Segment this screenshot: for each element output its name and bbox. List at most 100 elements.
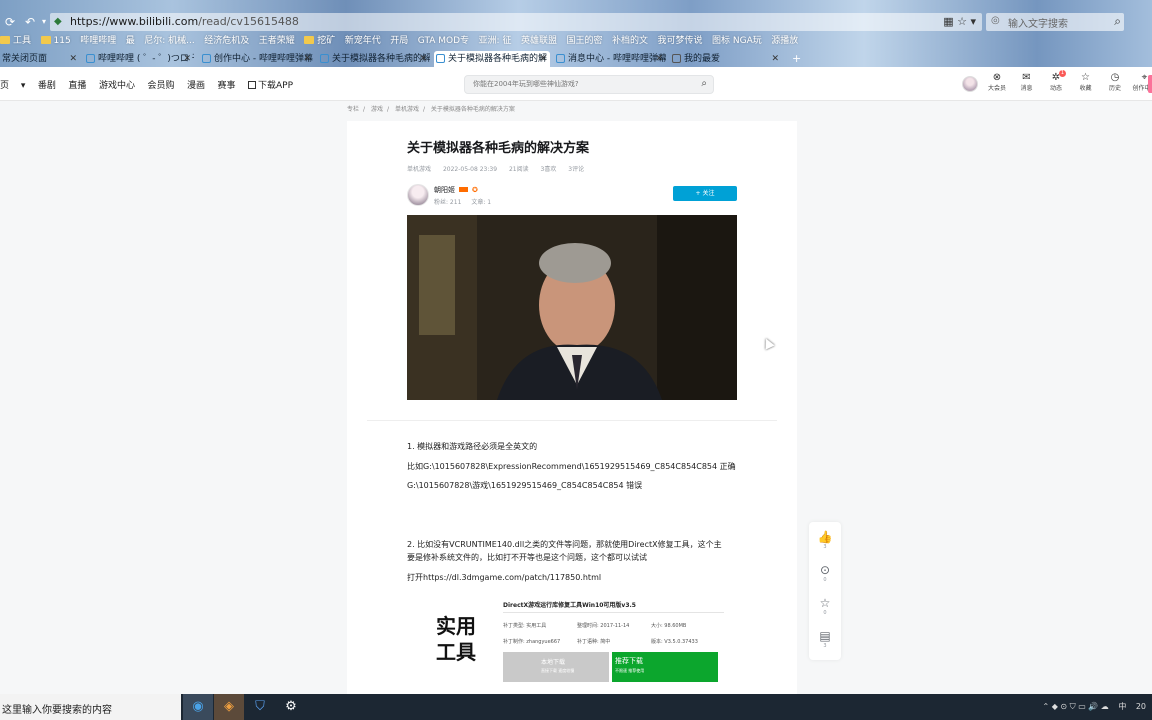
bookmark-item[interactable]: 源播放 xyxy=(771,33,798,49)
bookmark-label: 尼尔: 机械... xyxy=(144,36,195,46)
input-method[interactable]: 中 xyxy=(1118,694,1126,720)
author-name[interactable]: 朝阳姬 xyxy=(434,186,455,194)
comment-button[interactable]: ▤ 3 xyxy=(809,629,841,650)
bookmark-item[interactable]: 补档的文 xyxy=(612,33,648,49)
taskbar-search[interactable]: 这里输入你要搜索的内容 xyxy=(0,694,181,720)
breadcrumb-separator: / xyxy=(422,106,425,113)
header-favorite[interactable]: ☆ 收藏 xyxy=(1073,71,1099,93)
header-icon-label: 消息 xyxy=(1020,85,1033,92)
nav-anime[interactable]: 番剧 xyxy=(38,81,56,91)
coin-count: 0 xyxy=(823,577,827,583)
breadcrumb-item[interactable]: 游戏 xyxy=(371,106,383,113)
folder-icon xyxy=(304,36,315,44)
bookmark-item[interactable]: 经济危机及 xyxy=(204,33,249,49)
bookmark-item[interactable]: 新宠年代 xyxy=(345,33,381,49)
bookmark-label: 115 xyxy=(53,36,71,46)
tab-label: 消息中心 - 哔哩哔哩弹幕 xyxy=(568,54,666,64)
bookmark-item[interactable]: 国王的密 xyxy=(566,33,602,49)
portrait-image xyxy=(407,215,737,400)
nav-events[interactable]: 赛事 xyxy=(217,81,235,91)
tab-creator-center[interactable]: 创作中心 - 哔哩哔哩弹幕 ✕ xyxy=(200,51,314,67)
nav-mall[interactable]: 会员购 xyxy=(147,81,174,91)
browser-search[interactable]: ◎ 输入文字搜索 ⌕ xyxy=(986,13,1124,31)
header-history[interactable]: ◷ 历史 xyxy=(1102,71,1128,93)
follow-button[interactable]: + 关注 xyxy=(673,186,737,201)
star-icon[interactable]: ☆ xyxy=(957,15,967,28)
like-count: 3 xyxy=(823,544,827,550)
bilibili-icon xyxy=(320,54,329,63)
refresh-icon[interactable]: ⟳ xyxy=(2,14,18,30)
coin-button[interactable]: ⊙ 0 xyxy=(809,563,841,584)
nav-game-center[interactable]: 游戏中心 xyxy=(99,81,135,91)
new-tab-icon[interactable]: + xyxy=(792,51,801,67)
taskbar-app-game[interactable]: ◈ xyxy=(214,694,244,720)
article-date: 2022-05-08 23:39 xyxy=(442,166,498,173)
close-icon[interactable]: ✕ xyxy=(419,51,427,67)
paragraph-link[interactable]: 打开https://dl.3dmgame.com/patch/117850.ht… xyxy=(407,571,601,584)
bookmark-item[interactable]: 图标 NGA玩 xyxy=(712,33,762,49)
close-icon[interactable]: ✕ xyxy=(183,51,191,67)
tab-article-active[interactable]: 关于模拟器各种毛病的解 ✕ xyxy=(434,51,550,67)
close-icon[interactable]: ✕ xyxy=(303,51,311,67)
dropdown-icon[interactable]: ▾ xyxy=(970,15,976,28)
site-header: 页 ▾ 番剧 直播 游戏中心 会员购 漫画 赛事 下载APP 你能在2004年玩… xyxy=(0,67,1152,101)
like-button[interactable]: 👍 3 xyxy=(809,530,841,551)
close-icon[interactable]: ✕ xyxy=(771,51,779,67)
bookmark-item[interactable]: 115 xyxy=(40,33,71,49)
tab-favorites[interactable]: 我的最爱 ✕ xyxy=(670,51,782,67)
card-info: 版本: V3.5.0.37433 xyxy=(651,639,698,645)
clock[interactable]: 20 xyxy=(1136,694,1146,720)
url-text[interactable]: https://www.bilibili.com/read/cv15615488 xyxy=(70,14,299,30)
nav-live[interactable]: 直播 xyxy=(68,81,86,91)
header-vip[interactable]: ⊗ 大会员 xyxy=(984,71,1010,93)
bookmark-item[interactable]: 尼尔: 机械... xyxy=(144,33,194,49)
taskbar-app-security[interactable]: ⛉ xyxy=(245,694,275,720)
bookmark-item[interactable]: 哔哩哔哩 xyxy=(80,33,116,49)
header-message[interactable]: ✉ 消息 xyxy=(1014,71,1040,93)
tray-icons[interactable]: ⌃ ◆ ⊙ ⛉ ▭ 🔊 ☁ xyxy=(1042,694,1108,720)
bookmark-label: 补档的文 xyxy=(611,36,648,46)
vip-icon: ⊗ xyxy=(992,72,1002,83)
bookmark-item[interactable]: 开局 xyxy=(390,33,408,49)
tab-label: 关于模拟器各种毛病的解 xyxy=(332,54,430,64)
bookmark-item[interactable]: 最 xyxy=(126,33,135,49)
grid-icon[interactable]: ▦ xyxy=(943,15,953,28)
header-dynamic[interactable]: ✲ 1 动态 xyxy=(1043,70,1069,93)
breadcrumb-item[interactable]: 专栏 xyxy=(347,106,359,113)
bookmark-item[interactable]: GTA MOD专 xyxy=(418,33,469,49)
tool-icon: ⚙ xyxy=(285,699,297,714)
nav-manga[interactable]: 漫画 xyxy=(187,81,205,91)
article-category[interactable]: 单机游戏 xyxy=(407,166,431,173)
tab-message-center[interactable]: 消息中心 - 哔哩哔哩弹幕 ✕ xyxy=(554,51,666,67)
bookmark-item[interactable]: 工具 xyxy=(0,33,31,49)
url-bar[interactable]: ◆ https://www.bilibili.com/read/cv156154… xyxy=(50,13,982,31)
taskbar-app-browser[interactable]: ◉ xyxy=(183,694,213,720)
card-info-row: 补丁制作: zhangyue667 补丁语种: 简中 版本: V3.5.0.3743… xyxy=(503,638,725,645)
search-icon[interactable]: ⌕ xyxy=(1114,14,1121,29)
bookmark-item[interactable]: 我可梦传说 xyxy=(658,33,703,49)
avatar[interactable] xyxy=(962,76,978,92)
bookmark-item[interactable]: 挖矿 xyxy=(304,33,335,49)
bookmark-item[interactable]: 王者荣耀 xyxy=(259,33,295,49)
site-search-input[interactable]: 你能在2004年玩到哪些神仙游戏? ⌕ xyxy=(464,75,714,94)
close-icon[interactable]: ✕ xyxy=(69,51,77,67)
bookmark-item[interactable]: 亚洲: 征 xyxy=(479,33,512,49)
bookmark-item[interactable]: 英雄联盟 xyxy=(521,33,557,49)
upload-button[interactable] xyxy=(1148,75,1152,93)
nav-home[interactable]: 页 ▾ xyxy=(0,81,25,91)
close-icon[interactable]: ✕ xyxy=(539,51,547,67)
favorite-button[interactable]: ☆ 0 xyxy=(809,596,841,617)
search-icon[interactable]: ⌕ xyxy=(701,78,707,89)
card-info: 补丁语种: 简中 xyxy=(577,639,611,645)
nav-download-app[interactable]: 下载APP xyxy=(248,81,302,91)
url-path: /read/cv15615488 xyxy=(198,15,299,28)
close-icon[interactable]: ✕ xyxy=(655,51,663,67)
card-info: 整理时间: 2017-11-14 xyxy=(577,623,630,629)
taskbar-app-tool[interactable]: ⚙ xyxy=(276,694,306,720)
bilibili-icon xyxy=(556,54,565,63)
breadcrumb-item[interactable]: 单机游戏 xyxy=(395,106,419,113)
tab-bilibili-home[interactable]: 哔哩哔哩 ( ゜- ゜)つロ 干 ✕ xyxy=(84,51,194,67)
author-avatar[interactable] xyxy=(407,184,429,206)
tab-article-1[interactable]: 关于模拟器各种毛病的解 ✕ xyxy=(318,51,430,67)
tab-closed-pages[interactable]: 常关闭页面 ✕ xyxy=(0,51,80,67)
